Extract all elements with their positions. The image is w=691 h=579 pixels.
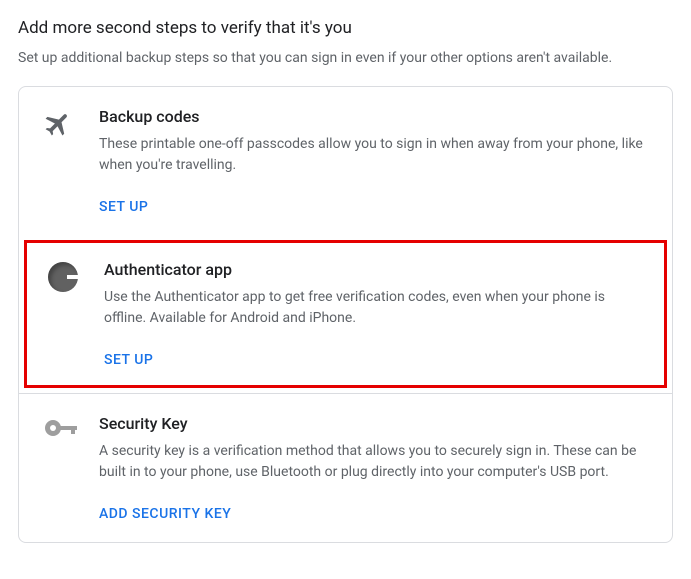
backup-codes-description: These printable one-off passcodes allow … xyxy=(99,134,648,176)
second-steps-card: Backup codes These printable one-off pas… xyxy=(18,86,673,543)
authenticator-title: Authenticator app xyxy=(104,260,643,279)
option-authenticator-app: Authenticator app Use the Authenticator … xyxy=(24,240,667,388)
option-security-key: Security Key A security key is a verific… xyxy=(19,393,672,542)
authenticator-icon xyxy=(48,262,78,292)
page-subtitle: Set up additional backup steps so that y… xyxy=(18,50,673,66)
security-key-title: Security Key xyxy=(99,414,648,433)
security-key-description: A security key is a verification method … xyxy=(99,441,648,483)
security-key-add-button[interactable]: ADD SECURITY KEY xyxy=(99,506,231,522)
backup-codes-setup-button[interactable]: SET UP xyxy=(99,199,148,215)
authenticator-description: Use the Authenticator app to get free ve… xyxy=(104,287,643,329)
backup-codes-title: Backup codes xyxy=(99,107,648,126)
option-backup-codes: Backup codes These printable one-off pas… xyxy=(19,87,672,235)
authenticator-setup-button[interactable]: SET UP xyxy=(104,352,153,368)
key-icon xyxy=(43,416,79,444)
airplane-icon xyxy=(43,109,73,143)
page-title: Add more second steps to verify that it'… xyxy=(18,18,673,38)
